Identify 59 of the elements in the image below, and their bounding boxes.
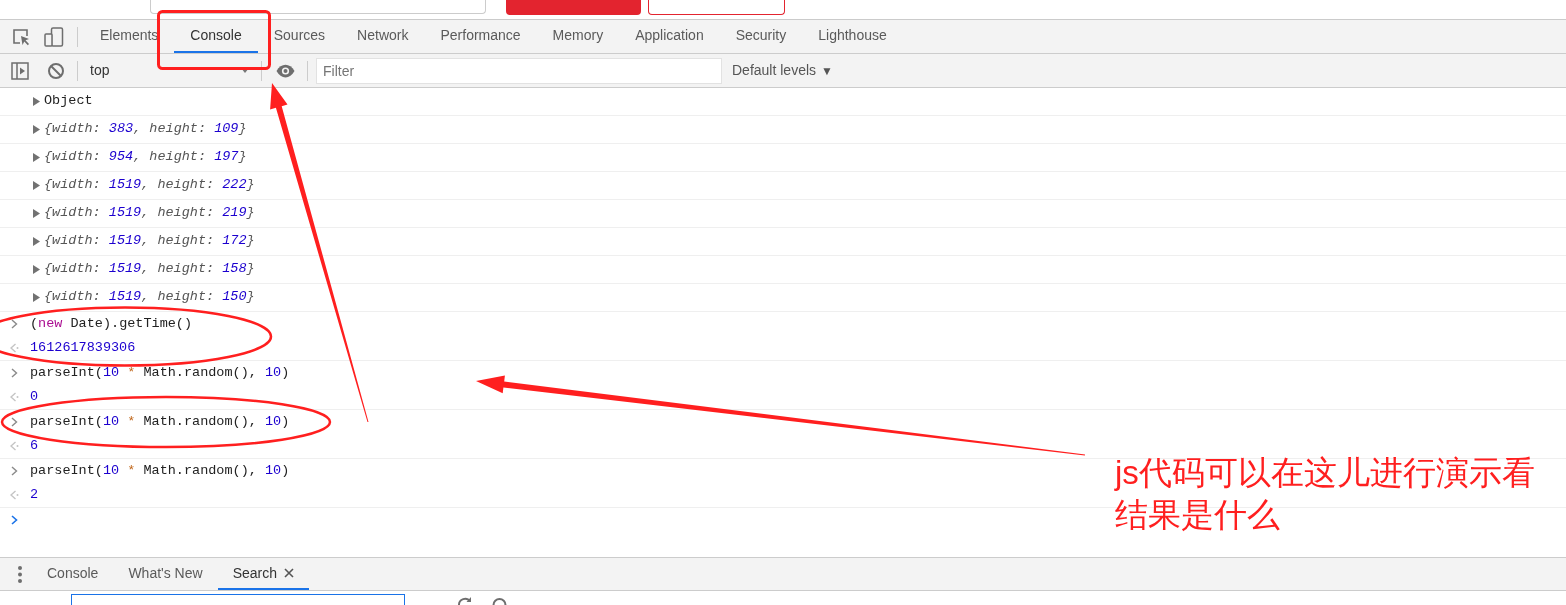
tab[interactable]: Elements [84,20,175,53]
console-result: 2 [30,485,39,504]
caret-icon [241,68,249,73]
console-command: parseInt(10 * Math.random(), 10) [30,461,290,480]
drawer-tab[interactable]: Console [32,558,114,590]
context-select[interactable]: top [82,57,255,84]
refresh-icon[interactable] [457,596,472,605]
object-preview: {width: 1519, height: 222} [44,176,255,195]
tab[interactable]: Lighthouse [802,20,903,53]
object-preview: {width: 1519, height: 219} [44,204,255,223]
circle-slash-icon[interactable] [47,61,65,80]
input-chevron-icon [11,466,18,476]
tab[interactable]: Sources [257,20,342,53]
expand-triangle-icon[interactable] [33,153,40,162]
page-outline-button[interactable] [648,0,785,15]
eye-icon[interactable] [276,63,295,78]
phone-tablet-icon[interactable] [44,26,64,47]
prompt-chevron-icon[interactable] [11,515,18,525]
search-field[interactable] [71,594,405,605]
object-preview: {width: 954, height: 197} [44,148,247,167]
expand-triangle-icon[interactable] [33,181,40,190]
page-input-field[interactable] [150,0,486,14]
filter-field[interactable]: Filter [316,57,722,84]
annotation-note: js代码可以在这儿进行演示看结果是什么 [1115,453,1536,535]
tab[interactable]: Memory [536,20,620,53]
expand-triangle-icon[interactable] [33,97,40,106]
console-command: parseInt(10 * Math.random(), 10) [30,363,290,382]
close-icon[interactable] [284,568,294,578]
tab[interactable]: Application [619,20,720,53]
result-chevron-icon [10,343,19,353]
tab[interactable]: Network [341,20,425,53]
result-chevron-icon [10,441,19,451]
input-chevron-icon [11,417,18,427]
cursor-in-box-icon[interactable] [12,27,30,46]
kebab-menu-icon[interactable] [18,565,22,583]
tab[interactable]: Performance [424,20,537,53]
console-command: parseInt(10 * Math.random(), 10) [30,412,290,431]
object-preview: {width: 1519, height: 172} [44,232,255,251]
input-chevron-icon [11,368,18,378]
console-result: 6 [30,436,39,455]
result-chevron-icon [10,490,19,500]
console-result: 1612617839306 [30,338,136,357]
console-result: 0 [30,387,39,406]
drawer-tab[interactable]: What's New [113,558,218,590]
object-preview: {width: 1519, height: 158} [44,260,255,279]
result-chevron-icon [10,392,19,402]
tab[interactable]: Security [719,20,803,53]
input-chevron-icon [11,319,18,329]
expand-triangle-icon[interactable] [33,209,40,218]
expand-triangle-icon[interactable] [33,265,40,274]
expand-triangle-icon[interactable] [33,293,40,302]
console-command: (new Date).getTime() [30,314,193,333]
expand-triangle-icon[interactable] [33,237,40,246]
levels-dropdown[interactable]: Default levels ▼ [732,60,833,81]
object-label: Object [44,92,93,111]
sidebar-toggle-icon[interactable] [11,61,29,80]
object-preview: {width: 383, height: 109} [44,120,247,139]
object-preview: {width: 1519, height: 150} [44,288,255,307]
expand-triangle-icon[interactable] [33,125,40,134]
